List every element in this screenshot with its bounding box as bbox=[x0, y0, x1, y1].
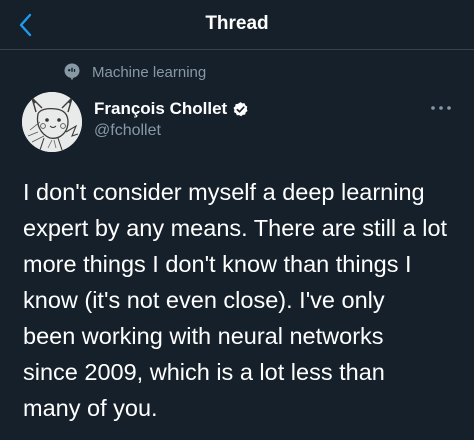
author-handle[interactable]: @fchollet bbox=[94, 122, 249, 140]
topic-label: Machine learning bbox=[92, 63, 207, 81]
avatar[interactable] bbox=[22, 92, 82, 152]
more-horizontal-icon bbox=[431, 106, 451, 110]
topic-label-row[interactable]: Machine learning bbox=[62, 61, 206, 83]
topic-pin-icon bbox=[64, 63, 80, 81]
tweet-text: I don't consider myself a deep learning … bbox=[23, 179, 448, 421]
verified-badge-icon bbox=[233, 101, 248, 116]
page-title: Thread bbox=[205, 13, 269, 34]
author-name[interactable]: François Chollet bbox=[94, 99, 227, 119]
avatar-pikachu-sketch bbox=[22, 92, 82, 152]
author-block: François Chollet @fchollet bbox=[94, 98, 249, 140]
more-options-button[interactable] bbox=[428, 98, 454, 118]
top-bar: Thread bbox=[0, 0, 474, 50]
author-name-row: François Chollet bbox=[94, 98, 249, 120]
